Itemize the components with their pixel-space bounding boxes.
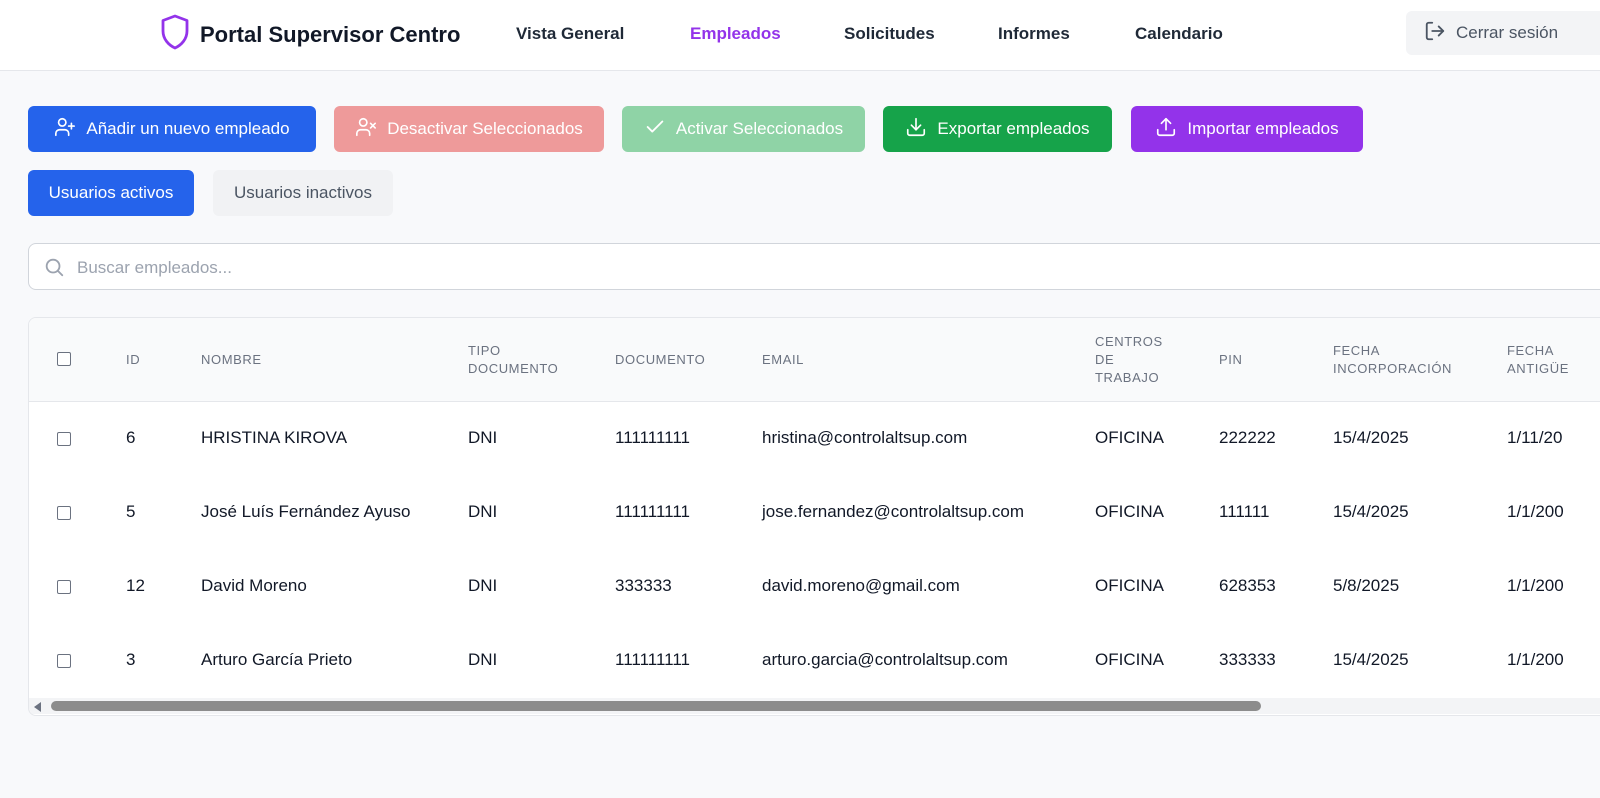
cell-doc-type: DNI [468,650,498,669]
row-checkbox[interactable] [57,432,71,446]
column-header-email[interactable]: EMAIL [762,351,804,369]
cell-seniority: 1/11/20 [1507,428,1563,447]
table-row[interactable]: 5 José Luís Fernández Ayuso DNI 11111111… [29,476,1600,551]
row-checkbox[interactable] [57,506,71,520]
column-header-fecha-antiguedad[interactable]: FECHA ANTIGÜE [1507,342,1569,378]
scrollbar-thumb[interactable] [51,701,1261,711]
nav-informes[interactable]: Informes [998,24,1070,44]
cell-joined: 15/4/2025 [1333,428,1409,447]
tab-active-users[interactable]: Usuarios activos [28,170,194,216]
select-all-checkbox[interactable] [57,352,71,366]
search-box [28,243,1600,290]
tab-inactive-users[interactable]: Usuarios inactivos [213,170,393,216]
table-header: ID NOMBRE TIPO DOCUMENTO DOCUMENTO EMAIL… [29,318,1600,402]
cell-document: 111111111 [615,650,690,669]
cell-center: OFICINA [1095,576,1164,595]
add-employee-label: Añadir un nuevo empleado [86,119,290,138]
cell-doc-type: DNI [468,502,498,521]
cell-id: 5 [126,502,136,521]
cell-email: hristina@controlaltsup.com [762,428,968,447]
cell-email: david.moreno@gmail.com [762,576,960,595]
cell-joined: 15/4/2025 [1333,502,1409,521]
cell-id: 6 [126,428,136,447]
cell-document: 111111111 [615,502,690,521]
activate-selected-button[interactable]: Activar Seleccionados [622,106,865,152]
nav-vista-general[interactable]: Vista General [516,24,624,44]
cell-pin: 111111 [1219,502,1270,521]
check-icon [644,116,676,143]
column-header-documento[interactable]: DOCUMENTO [615,351,705,369]
export-employees-button[interactable]: Exportar empleados [883,106,1112,152]
user-x-icon [355,116,387,143]
cell-doc-type: DNI [468,576,498,595]
cell-id: 3 [126,650,136,669]
column-header-tipo-documento[interactable]: TIPO DOCUMENTO [468,342,558,378]
cell-document: 111111111 [615,428,690,447]
cell-document: 333333 [615,576,672,595]
cell-name: David Moreno [201,576,307,595]
add-employee-button[interactable]: Añadir un nuevo empleado [28,106,316,152]
brand[interactable]: Portal Supervisor Centro [160,14,460,55]
cell-name: José Luís Fernández Ayuso [201,502,411,521]
cell-pin: 628353 [1219,576,1276,595]
nav-calendario[interactable]: Calendario [1135,24,1223,44]
cell-seniority: 1/1/200 [1507,650,1564,669]
table-row[interactable]: 3 Arturo García Prieto DNI 111111111 art… [29,624,1600,698]
column-header-id[interactable]: ID [126,351,140,369]
cell-id: 12 [126,576,145,595]
table-row[interactable]: 12 David Moreno DNI 333333 david.moreno@… [29,550,1600,625]
nav-empleados[interactable]: Empleados [690,24,781,44]
cell-email: arturo.garcia@controlaltsup.com [762,650,1008,669]
cell-pin: 333333 [1219,650,1276,669]
shield-icon [160,14,190,55]
cell-pin: 222222 [1219,428,1276,447]
cell-name: Arturo García Prieto [201,650,353,669]
column-header-centros[interactable]: CENTROS DE TRABAJO [1095,333,1163,387]
search-input[interactable] [75,252,1479,284]
deactivate-selected-button[interactable]: Desactivar Seleccionados [334,106,604,152]
deactivate-selected-label: Desactivar Seleccionados [387,119,583,138]
cell-center: OFICINA [1095,502,1164,521]
user-plus-icon [54,116,86,143]
cell-seniority: 1/1/200 [1507,576,1564,595]
cell-email: jose.fernandez@controlaltsup.com [762,502,1025,521]
top-navbar: Portal Supervisor Centro Vista General E… [0,0,1600,71]
upload-icon [1155,116,1187,143]
logout-label: Cerrar sesión [1456,23,1559,42]
employees-table: ID NOMBRE TIPO DOCUMENTO DOCUMENTO EMAIL… [28,317,1600,716]
column-header-pin[interactable]: PIN [1219,351,1242,369]
import-employees-button[interactable]: Importar empleados [1131,106,1363,152]
cell-center: OFICINA [1095,428,1164,447]
cell-name: HRISTINA KIROVA [201,428,348,447]
cell-doc-type: DNI [468,428,498,447]
column-header-fecha-incorporacion[interactable]: FECHA INCORPORACIÓN [1333,342,1452,378]
import-employees-label: Importar empleados [1187,119,1339,138]
column-header-nombre[interactable]: NOMBRE [201,351,262,369]
activate-selected-label: Activar Seleccionados [675,119,844,138]
download-icon [905,116,937,143]
horizontal-scrollbar[interactable] [29,698,1600,714]
logout-icon [1424,20,1446,47]
scroll-left-icon[interactable] [34,702,41,712]
row-checkbox[interactable] [57,580,71,594]
cell-joined: 5/8/2025 [1333,576,1400,595]
logout-button[interactable]: Cerrar sesión [1406,11,1600,55]
nav-solicitudes[interactable]: Solicitudes [844,24,935,44]
app-title: Portal Supervisor Centro [200,21,461,47]
table-row[interactable]: 6 HRISTINA KIROVA DNI 111111111 hristina… [29,402,1600,477]
export-employees-label: Exportar empleados [937,119,1090,138]
cell-seniority: 1/1/200 [1507,502,1564,521]
row-checkbox[interactable] [57,654,71,668]
cell-center: OFICINA [1095,650,1164,669]
cell-joined: 15/4/2025 [1333,650,1409,669]
